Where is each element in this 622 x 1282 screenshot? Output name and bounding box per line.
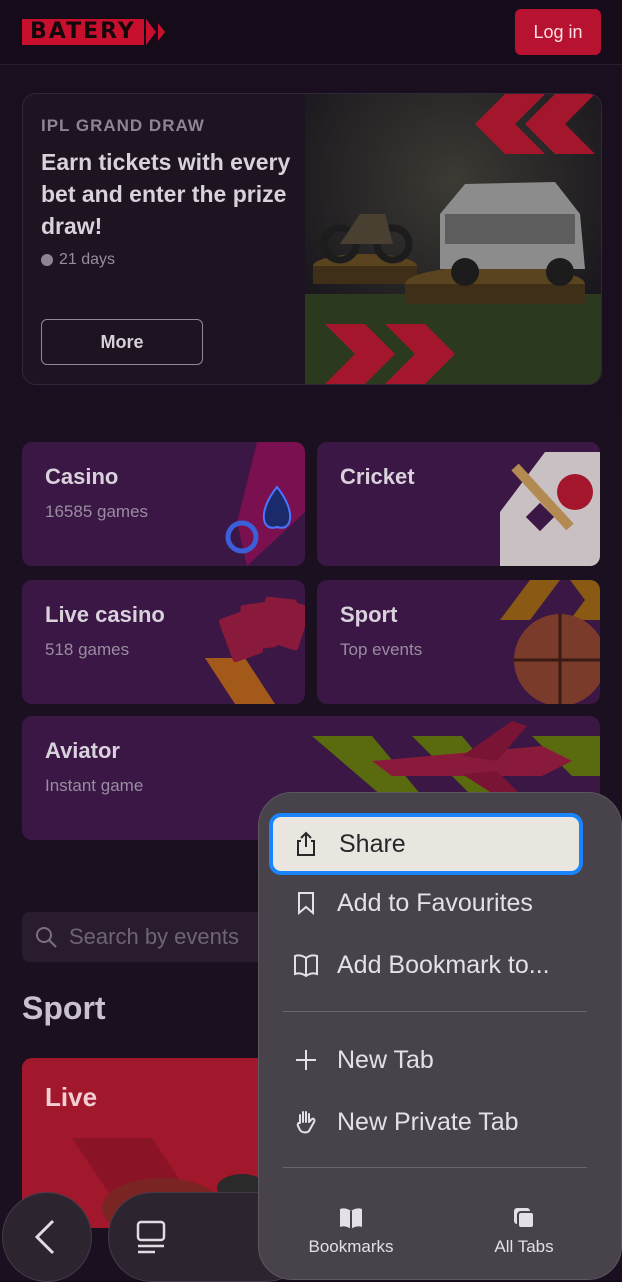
book-icon (340, 1208, 362, 1229)
promo-banner[interactable]: IPL GRAND DRAW Earn tickets with every b… (22, 93, 602, 385)
playing-cards-icon (205, 596, 305, 704)
chevron-left-icon (34, 1219, 55, 1255)
promo-countdown: 21 days (41, 251, 115, 269)
browser-back-button[interactable] (2, 1192, 92, 1282)
menu-divider (283, 1167, 587, 1168)
menu-item-add-to-favourites[interactable]: Add to Favourites (271, 873, 583, 933)
promo-title: Earn tickets with every bet and enter th… (41, 149, 291, 239)
tile-title: Cricket (340, 464, 415, 489)
book-icon (294, 954, 318, 978)
promo-time-label: 21 days (59, 251, 116, 268)
cricket-ball-bat-icon (500, 452, 600, 566)
menu-all-tabs-button[interactable]: All Tabs (464, 1203, 584, 1267)
tile-title: Casino (45, 464, 119, 489)
tile-title: Sport (340, 602, 398, 627)
menu-item-label: Add Bookmark to... (337, 951, 550, 979)
tile-subtitle: Instant game (45, 776, 144, 795)
menu-item-label: New Tab (337, 1046, 434, 1074)
login-button[interactable]: Log in (515, 9, 601, 55)
logo-chevron-small-icon (157, 23, 165, 41)
hand-icon (296, 1111, 316, 1134)
clock-icon (41, 254, 53, 266)
browser-context-menu: Share Add to Favourites Add Bookmark to.… (258, 792, 622, 1280)
logo-chevron-icon (145, 19, 156, 45)
search-icon (36, 927, 57, 948)
menu-item-new-private-tab[interactable]: New Private Tab (271, 1092, 583, 1152)
promo-kicker: IPL GRAND DRAW (41, 116, 205, 135)
spade-chip-icon (225, 442, 305, 566)
tab-overview-icon (136, 1220, 166, 1254)
tile-cricket[interactable]: Cricket (317, 442, 600, 566)
menu-item-add-bookmark[interactable]: Add Bookmark to... (271, 935, 583, 995)
tile-subtitle: 518 games (45, 640, 130, 659)
menu-divider (283, 1011, 587, 1012)
menu-item-label: Share (339, 830, 406, 858)
sport-heading: Sport (22, 990, 106, 1026)
tile-title: Aviator (45, 738, 120, 763)
share-icon (297, 831, 315, 856)
promo-more-button[interactable]: More (41, 319, 203, 365)
search-placeholder: Search by events (69, 924, 239, 949)
tile-live-casino[interactable]: Live casino 518 games (22, 580, 305, 704)
tile-title: Live casino (45, 602, 165, 627)
tile-subtitle: 16585 games (45, 502, 149, 521)
plus-icon (296, 1050, 316, 1070)
batery-logo[interactable]: BATERY (22, 18, 165, 46)
menu-bottom-label: Bookmarks (308, 1237, 394, 1256)
menu-bookmarks-button[interactable]: Bookmarks (291, 1203, 411, 1267)
live-title: Live (45, 1082, 98, 1112)
menu-bottom-label: All Tabs (494, 1237, 554, 1256)
logo-text: BATERY (22, 19, 144, 45)
bookmark-icon (298, 892, 314, 916)
site-header: BATERY Log in (0, 0, 622, 65)
menu-item-new-tab[interactable]: New Tab (271, 1030, 583, 1090)
tabs-icon (514, 1208, 535, 1229)
menu-item-share[interactable]: Share (269, 813, 583, 875)
tile-sport[interactable]: Sport Top events (317, 580, 600, 704)
promo-prize-illustration (305, 94, 601, 384)
tile-subtitle: Top events (340, 640, 423, 659)
page: BATERY Log in IPL GRAND DRAW Earn ticket… (0, 0, 622, 1282)
menu-item-label: New Private Tab (337, 1108, 519, 1136)
menu-item-label: Add to Favourites (337, 889, 533, 917)
basketball-icon (500, 580, 600, 704)
tile-casino[interactable]: Casino 16585 games (22, 442, 305, 566)
